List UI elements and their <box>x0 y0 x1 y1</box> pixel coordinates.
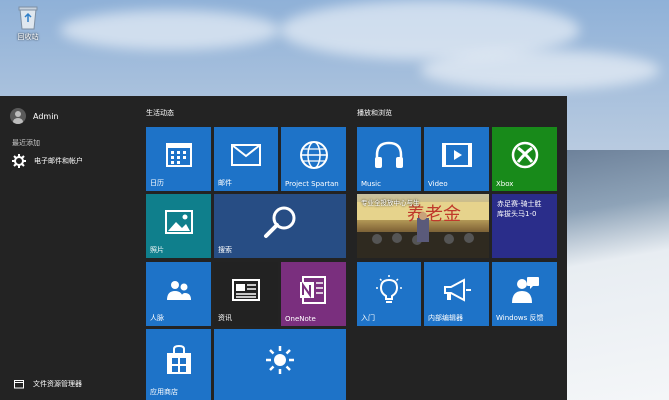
start-left-column: Admin 最近添加 电子邮件和帐户 文件资源管理器 <box>0 96 135 400</box>
tile-label: Windows 反馈 <box>496 314 544 322</box>
tile-xbox[interactable]: Xbox <box>492 127 557 191</box>
tile-label: OneNote <box>285 315 316 323</box>
tile-label: Project Spartan <box>285 180 339 188</box>
tile-label: 照片 <box>150 246 164 254</box>
sun-icon <box>266 346 294 375</box>
wallpaper-cloud <box>60 10 280 50</box>
tile-insider[interactable]: 内部编辑器 <box>424 262 489 326</box>
calendar-icon <box>165 143 192 168</box>
tile-label: Music <box>361 180 381 188</box>
onenote-icon <box>299 276 326 305</box>
tile-search[interactable]: 搜索 <box>214 194 346 258</box>
wallpaper-cloud <box>420 50 660 90</box>
recycle-bin-icon <box>16 4 40 30</box>
tile-photos[interactable]: 照片 <box>146 194 211 258</box>
sport-headline: 赤足赛-骑士胜 库拔头马1-0 <box>497 200 542 218</box>
tile-windows-feedback[interactable]: Windows 反馈 <box>492 262 557 326</box>
user-name: Admin <box>33 111 59 121</box>
news-icon <box>232 279 260 302</box>
tile-calendar[interactable]: 日历 <box>146 127 211 191</box>
tile-get-started[interactable]: 入门 <box>357 262 421 326</box>
tile-onenote[interactable]: OneNote <box>281 262 346 326</box>
tile-sport[interactable]: 赤足赛-骑士胜 库拔头马1-0 <box>492 194 557 258</box>
recently-added-label: 最近添加 <box>12 139 40 147</box>
search-icon <box>264 206 296 239</box>
recycle-bin-desktop-icon[interactable]: 回收站 <box>8 4 48 42</box>
tile-label: 资讯 <box>218 314 232 322</box>
tile-label: 日历 <box>150 179 164 187</box>
user-avatar-icon <box>10 108 26 124</box>
recycle-bin-label: 回收站 <box>17 33 39 41</box>
xbox-icon <box>511 141 538 169</box>
photos-icon <box>164 210 193 235</box>
globe-icon <box>299 141 328 170</box>
tile-project-spartan[interactable]: Project Spartan <box>281 127 346 191</box>
file-explorer-item[interactable]: 文件资源管理器 <box>14 379 82 389</box>
mail-icon <box>231 144 261 167</box>
tile-label: 应用商店 <box>150 388 178 396</box>
tile-news[interactable]: 资讯 <box>214 262 278 326</box>
gear-icon <box>12 154 26 168</box>
video-icon <box>441 143 472 168</box>
tile-label: 搜索 <box>218 246 232 254</box>
megaphone-icon <box>443 278 471 302</box>
feedback-icon <box>511 277 539 304</box>
svg-text:养老金: 养老金 <box>407 204 461 225</box>
tile-people[interactable]: 人脉 <box>146 262 211 326</box>
tile-music[interactable]: Music <box>357 127 421 191</box>
people-icon <box>166 281 191 301</box>
tile-weather[interactable] <box>214 329 346 400</box>
tile-video[interactable]: Video <box>424 127 489 191</box>
tile-news-photo[interactable]: 养老金 专业全投放中心与生 <box>357 194 489 258</box>
folder-icon <box>14 380 24 389</box>
user-account[interactable]: Admin <box>10 108 59 124</box>
tile-store[interactable]: 应用商店 <box>146 329 211 400</box>
tile-label: 邮件 <box>218 179 232 187</box>
store-icon <box>166 345 191 375</box>
recent-item-label: 电子邮件和帐户 <box>34 157 83 165</box>
tile-label: 内部编辑器 <box>428 314 463 322</box>
recent-item-email-accounts[interactable]: 电子邮件和帐户 <box>12 154 83 168</box>
group-title-play: 播放和浏览 <box>357 109 392 117</box>
tile-label: 入门 <box>361 314 375 322</box>
tile-mail[interactable]: 邮件 <box>214 127 278 191</box>
headphones-icon <box>375 141 403 169</box>
tile-label: Xbox <box>496 180 514 188</box>
tile-label: Video <box>428 180 448 188</box>
tile-label: 人脉 <box>150 314 164 322</box>
file-explorer-label: 文件资源管理器 <box>33 380 82 388</box>
lightbulb-icon <box>376 275 402 304</box>
group-title-life: 生活动态 <box>146 109 174 117</box>
start-menu: Admin 最近添加 电子邮件和帐户 文件资源管理器 生活动态 播放和浏览 日历… <box>0 96 567 400</box>
news-caption: 专业全投放中心与生 <box>361 199 420 207</box>
